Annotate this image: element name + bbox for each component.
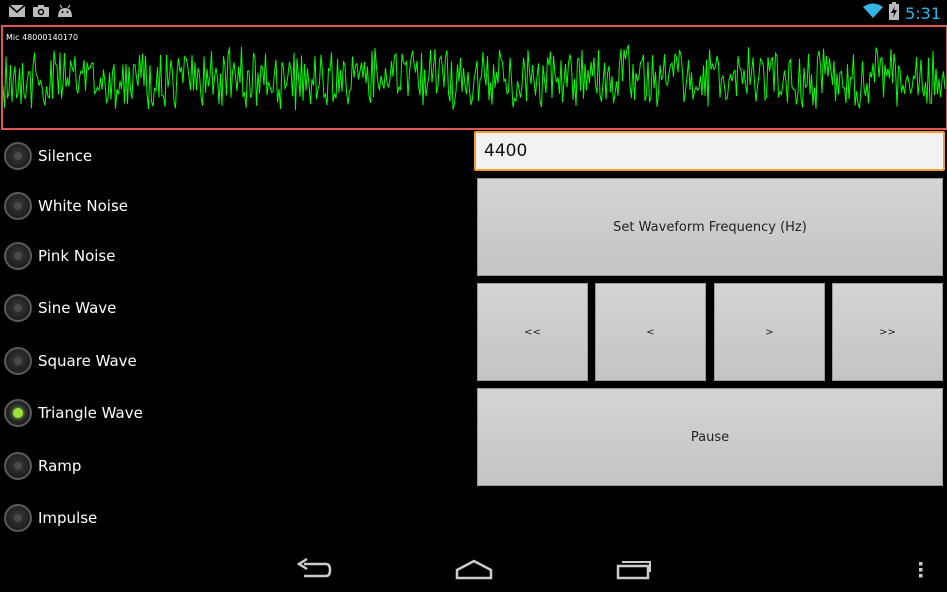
navigation-bar [0,548,947,592]
radio-label: Square Wave [38,352,137,370]
pause-button[interactable]: Pause [477,388,943,486]
radio-ramp[interactable]: Ramp [4,450,81,482]
status-bar: 5:31 [0,0,947,25]
battery-charging-icon [889,2,900,24]
overflow-menu-icon[interactable] [916,560,926,580]
set-frequency-button[interactable]: Set Waveform Frequency (Hz) [477,178,943,276]
camera-icon [32,4,50,18]
radio-triangle-wave[interactable]: Triangle Wave [4,397,143,429]
frequency-input[interactable] [474,131,945,171]
fast-forward-button[interactable]: >> [832,283,943,381]
radio-label: White Noise [38,197,128,215]
waveform-trace [3,44,946,111]
radio-sine-wave[interactable]: Sine Wave [4,292,116,324]
radio-pink-noise[interactable]: Pink Noise [4,240,115,272]
radio-button-icon [4,192,32,220]
forward-button[interactable]: > [714,283,825,381]
fast-back-button[interactable]: << [477,283,588,381]
radio-button-icon [4,399,32,427]
radio-button-icon [4,142,32,170]
radio-label: Silence [38,147,93,165]
waveform-label: Mic 48000140170 [6,33,79,42]
radio-silence[interactable]: Silence [4,140,92,172]
radio-label: Ramp [38,457,82,475]
back-button[interactable]: < [595,283,706,381]
clock: 5:31 [905,3,941,23]
radio-white-noise[interactable]: White Noise [4,190,128,222]
wifi-icon [863,3,884,23]
radio-label: Sine Wave [38,299,117,317]
notification-icons [8,4,74,18]
gmail-icon [8,4,26,18]
radio-button-icon [4,347,32,375]
radio-label: Impulse [38,509,98,527]
radio-button-icon [4,242,32,270]
recents-icon[interactable] [616,558,652,580]
radio-button-icon [4,452,32,480]
home-icon[interactable] [455,558,493,580]
radio-square-wave[interactable]: Square Wave [4,345,137,377]
waveform-display: Mic 48000140170 [1,25,947,130]
radio-label: Triangle Wave [38,404,143,422]
radio-impulse[interactable]: Impulse [4,502,97,534]
back-icon[interactable] [296,558,332,582]
system-icons: 5:31 [863,2,941,24]
radio-label: Pink Noise [38,247,116,265]
radio-button-icon [4,294,32,322]
android-icon [56,4,74,18]
radio-button-icon [4,504,32,532]
